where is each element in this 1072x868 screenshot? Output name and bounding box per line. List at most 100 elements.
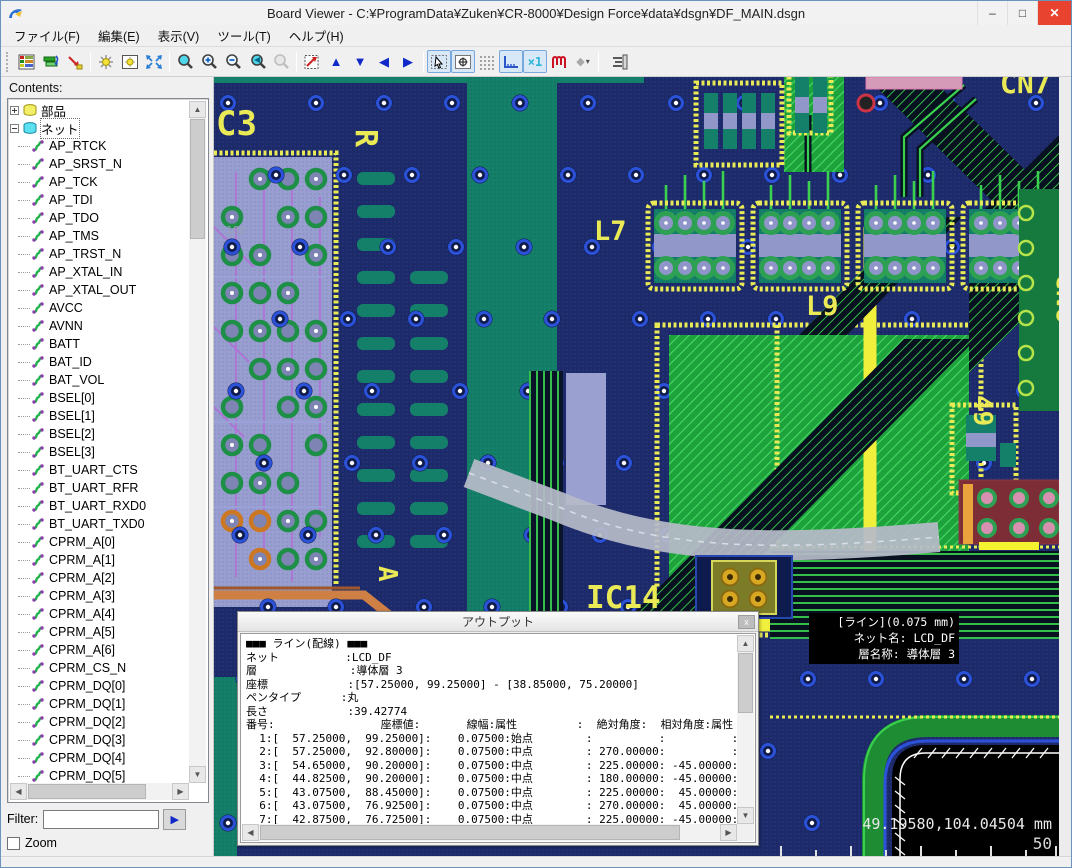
scroll-right-icon[interactable]: ▶ [720, 824, 737, 841]
scrollbar-thumb[interactable] [28, 784, 146, 799]
net-tree-item[interactable]: CPRM_DQ[4] [10, 749, 189, 767]
net-table-button[interactable] [15, 50, 39, 73]
zoom-out-button[interactable] [221, 50, 245, 73]
pan-button[interactable] [269, 50, 293, 73]
net-tree-item[interactable]: BSEL[1] [10, 407, 189, 425]
menu-item[interactable]: 編集(E) [89, 23, 149, 48]
net-tree-item[interactable]: BT_UART_CTS [10, 461, 189, 479]
net-tree-item[interactable]: CPRM_A[6] [10, 641, 189, 659]
scrollbar-thumb[interactable] [738, 653, 753, 713]
pan-right-button[interactable]: ▶ [396, 50, 420, 73]
title-bar[interactable]: Board Viewer - C:¥ProgramData¥Zuken¥CR-8… [1, 1, 1071, 25]
net-tree-item[interactable]: CPRM_A[3] [10, 587, 189, 605]
pan-down-button[interactable]: ▼ [348, 50, 372, 73]
minimize-button[interactable]: – [977, 1, 1007, 25]
net-tree-item[interactable]: BT_UART_RFR [10, 479, 189, 497]
display-options-button[interactable]: ◆▾ [571, 50, 595, 73]
scroll-up-icon[interactable]: ▲ [737, 635, 754, 652]
toolbar-grip[interactable] [6, 52, 12, 72]
output-horizontal-scrollbar[interactable]: ◀ ▶ [242, 824, 737, 841]
net-tree-item[interactable]: BAT_ID [10, 353, 189, 371]
scroll-down-icon[interactable]: ▼ [189, 766, 206, 783]
pan-left-button[interactable]: ◀ [372, 50, 396, 73]
net-tree-item[interactable]: CPRM_A[2] [10, 569, 189, 587]
net-tree-item[interactable]: AVNN [10, 317, 189, 335]
tree-horizontal-scrollbar[interactable]: ◀ ▶ [10, 783, 189, 800]
collapse-minus-icon[interactable] [10, 124, 19, 133]
tree-item-nets[interactable]: ネット [10, 119, 189, 137]
menu-item[interactable]: 表示(V) [149, 23, 209, 48]
tree-vertical-scrollbar[interactable]: ▲ ▼ [189, 101, 206, 783]
redraw-button[interactable] [300, 50, 324, 73]
net-tree-item[interactable]: BSEL[0] [10, 389, 189, 407]
output-panel-close-icon[interactable]: x [738, 615, 755, 629]
net-tree-item[interactable]: BT_UART_TXD0 [10, 515, 189, 533]
net-tree-item[interactable]: CPRM_A[4] [10, 605, 189, 623]
net-tree-item[interactable]: CPRM_A[1] [10, 551, 189, 569]
brightness-button[interactable] [94, 50, 118, 73]
net-tree-item[interactable]: AVCC [10, 299, 189, 317]
expand-plus-icon[interactable] [10, 106, 19, 115]
net-tree-item[interactable]: AP_RTCK [10, 137, 189, 155]
pan-up-button[interactable]: ▲ [324, 50, 348, 73]
net-tree-item[interactable]: AP_SRST_N [10, 155, 189, 173]
tree-item-parts[interactable]: 部品 [10, 101, 189, 119]
scroll-up-icon[interactable]: ▲ [189, 101, 206, 118]
scrollbar-thumb[interactable] [260, 825, 680, 840]
net-tree-item[interactable]: BT_UART_RXD0 [10, 497, 189, 515]
filter-input[interactable] [43, 810, 159, 829]
zoom-in-button[interactable] [197, 50, 221, 73]
net-tree-item[interactable]: AP_TDI [10, 191, 189, 209]
scrollbar-thumb[interactable] [190, 119, 205, 239]
net-tree-item[interactable]: AP_TDO [10, 209, 189, 227]
pick-frame-button[interactable] [451, 50, 475, 73]
zoom-checkbox[interactable] [7, 837, 20, 850]
output-vertical-scrollbar[interactable]: ▲ ▼ [737, 635, 754, 824]
brightness-box-button[interactable] [118, 50, 142, 73]
scroll-left-icon[interactable]: ◀ [10, 783, 27, 800]
close-button[interactable]: ✕ [1037, 1, 1071, 25]
net-tree-item[interactable]: BAT_VOL [10, 371, 189, 389]
scroll-down-icon[interactable]: ▼ [737, 807, 754, 824]
net-highlight-button[interactable] [63, 50, 87, 73]
scroll-left-icon[interactable]: ◀ [242, 824, 259, 841]
net-tree-item[interactable]: BSEL[2] [10, 425, 189, 443]
zoom-window-icon [176, 53, 194, 70]
output-panel-titlebar[interactable]: アウトプット x [238, 612, 758, 632]
net-tree-item[interactable]: AP_XTAL_IN [10, 263, 189, 281]
net-tree-item[interactable]: CPRM_DQ[3] [10, 731, 189, 749]
layer-panel-button[interactable] [608, 50, 632, 73]
scroll-right-icon[interactable]: ▶ [172, 783, 189, 800]
menu-item[interactable]: ファイル(F) [5, 23, 89, 48]
zoom-fit-all-button[interactable] [142, 50, 166, 73]
scale-x1-button[interactable]: ×1 [523, 50, 547, 73]
menu-item[interactable]: ツール(T) [208, 23, 279, 48]
net-tree-item[interactable]: CPRM_DQ[2] [10, 713, 189, 731]
net-name: BSEL[1] [49, 409, 95, 423]
net-name: AVNN [49, 319, 83, 333]
net-tree-item[interactable]: AP_TRST_N [10, 245, 189, 263]
net-tree-item[interactable]: CPRM_DQ[0] [10, 677, 189, 695]
layer-stack-button[interactable] [39, 50, 63, 73]
net-tree-item[interactable]: BSEL[3] [10, 443, 189, 461]
net-tree-item[interactable]: BATT [10, 335, 189, 353]
measure-ruler-button[interactable] [499, 50, 523, 73]
net-tree-item[interactable]: CPRM_A[0] [10, 533, 189, 551]
net-tree-item[interactable]: CPRM_DQ[1] [10, 695, 189, 713]
select-mode-button[interactable] [427, 50, 451, 73]
net-tree-item[interactable]: CPRM_A[5] [10, 623, 189, 641]
grid-toggle-button[interactable] [475, 50, 499, 73]
menu-item[interactable]: ヘルプ(H) [280, 23, 353, 48]
zoom-window-button[interactable] [173, 50, 197, 73]
net-tree-item[interactable]: AP_TMS [10, 227, 189, 245]
highlight-pattern-button[interactable] [547, 50, 571, 73]
filter-apply-button[interactable]: ▶ [163, 809, 186, 830]
net-tree-item[interactable]: AP_TCK [10, 173, 189, 191]
net-tree-item[interactable]: CPRM_DQ[5] [10, 767, 189, 783]
net-tree-item[interactable]: CPRM_CS_N [10, 659, 189, 677]
zoom-previous-button[interactable] [245, 50, 269, 73]
net-tree-item[interactable]: AP_XTAL_OUT [10, 281, 189, 299]
pcb-canvas[interactable]: C3 R L7 L9 CN6 CN7 49 IC14 A 100 49.1958… [214, 77, 1059, 858]
maximize-button[interactable]: □ [1007, 1, 1037, 25]
net-name: BAT_ID [49, 355, 92, 369]
